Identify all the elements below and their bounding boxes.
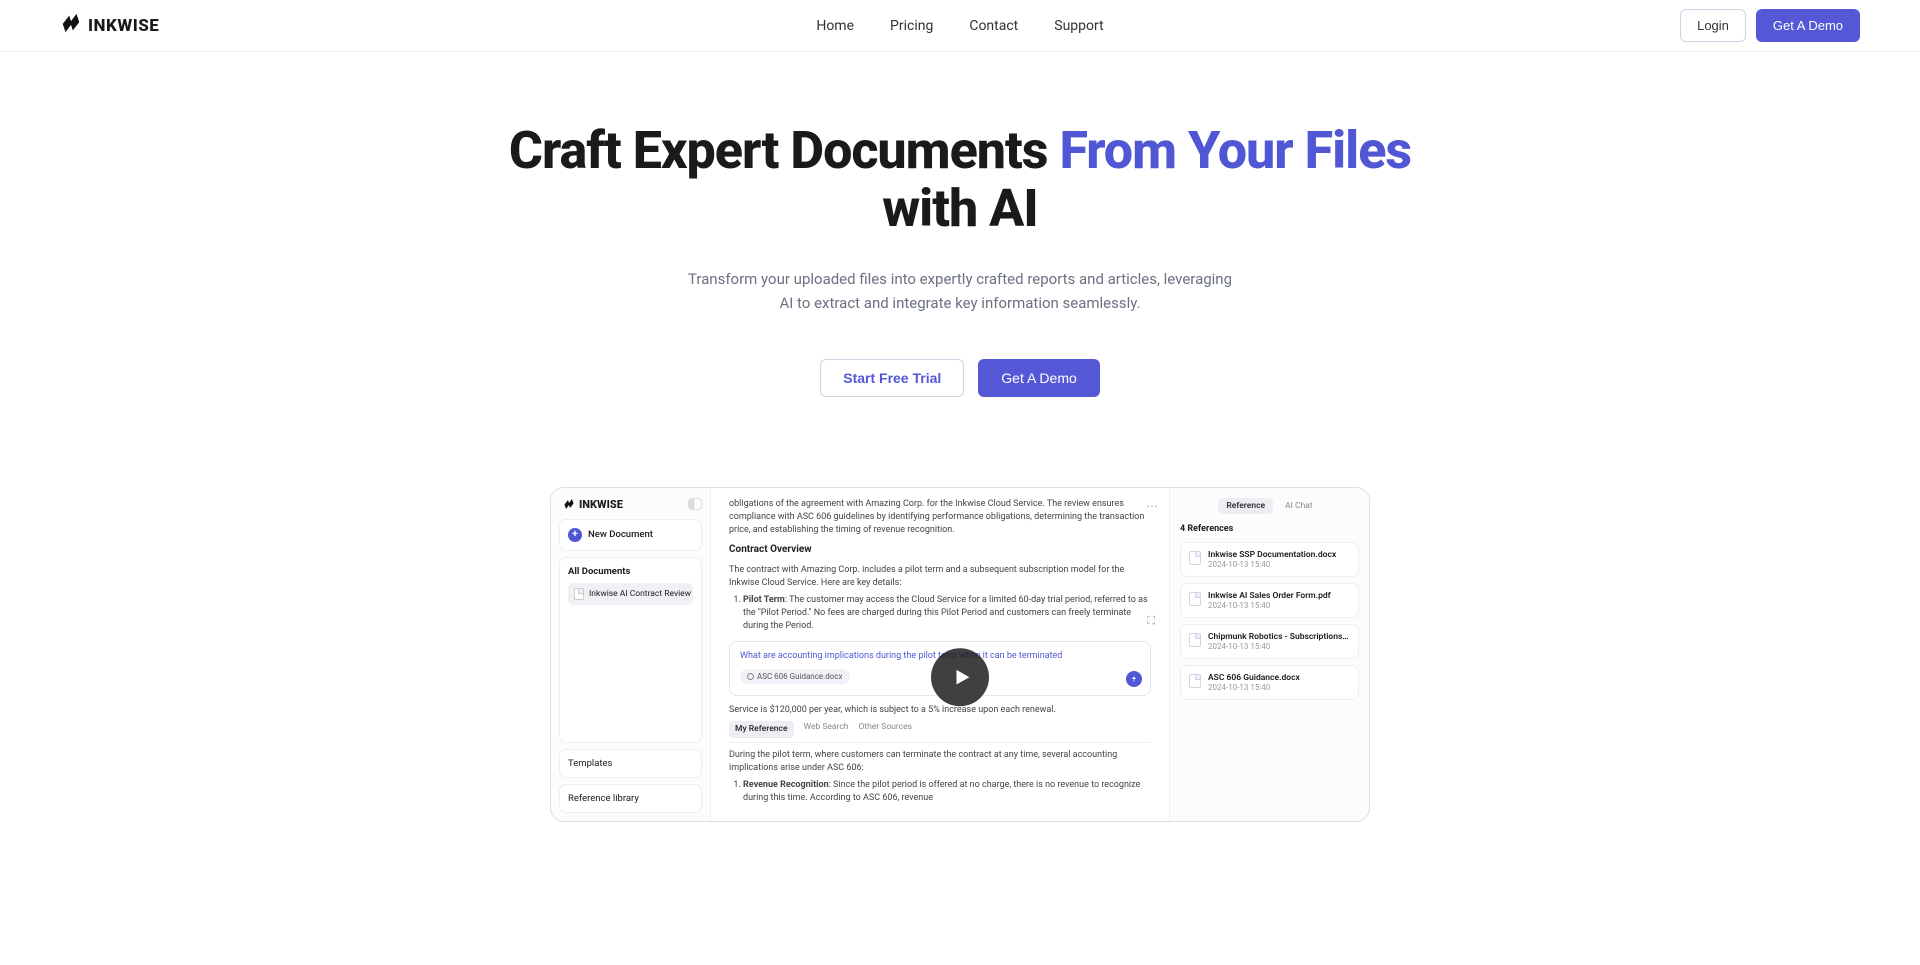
nav-home[interactable]: Home — [816, 18, 854, 34]
header-actions: Login Get A Demo — [1680, 9, 1860, 42]
all-documents-heading: All Documents — [568, 566, 693, 577]
rr-list: Revenue Recognition: Since the pilot per… — [729, 779, 1151, 805]
plus-icon: + — [568, 528, 582, 542]
more-icon[interactable]: ⋯ — [1146, 498, 1159, 515]
preview-brand: INKWISE — [579, 498, 623, 511]
overview-text: The contract with Amazing Corp. includes… — [729, 564, 1151, 590]
new-document-button[interactable]: + New Document — [559, 519, 702, 551]
hero-title-part2: with AI — [882, 178, 1038, 239]
reference-body: ASC 606 Guidance.docx 2024-10-13 15:40 — [1208, 673, 1300, 692]
reference-body: Inkwise AI Sales Order Form.pdf 2024-10-… — [1208, 591, 1331, 610]
reference-body: Chipmunk Robotics - Subscriptions Term..… — [1208, 632, 1350, 651]
hero-demo-button[interactable]: Get A Demo — [978, 359, 1099, 397]
pilot-term-text: : The customer may access the Cloud Serv… — [743, 595, 1148, 631]
rr-text: During the pilot term, where customers c… — [729, 749, 1151, 775]
file-icon — [1189, 592, 1201, 606]
contract-overview-heading: Contract Overview — [729, 543, 1151, 558]
collapse-sidebar-icon[interactable] — [688, 498, 702, 510]
reference-item[interactable]: Chipmunk Robotics - Subscriptions Term..… — [1180, 624, 1359, 659]
all-documents-card: All Documents Inkwise AI Contract Review… — [559, 557, 702, 743]
reference-count: 4 References — [1180, 524, 1359, 534]
source-chip-label: ASC 606 Guidance.docx — [757, 671, 843, 683]
tab-other-sources[interactable]: Other Sources — [858, 721, 912, 737]
send-button[interactable] — [1126, 671, 1142, 687]
document-icon — [574, 588, 584, 600]
preview-main: ⋯ obligations of the agreement with Amaz… — [711, 488, 1169, 821]
hero-ctas: Start Free Trial Get A Demo — [480, 359, 1440, 397]
reference-item[interactable]: ASC 606 Guidance.docx 2024-10-13 15:40 — [1180, 665, 1359, 700]
document-item-label: Inkwise AI Contract Review ... — [589, 589, 693, 599]
hero-section: Craft Expert Documents From Your Files w… — [460, 52, 1460, 437]
source-tabs: My Reference Web Search Other Sources — [729, 721, 1151, 742]
list-item: Pilot Term: The customer may access the … — [743, 594, 1151, 633]
revenue-recognition-label: Revenue Recognition — [743, 780, 829, 790]
reference-name: Chipmunk Robotics - Subscriptions Term..… — [1208, 632, 1350, 642]
file-icon — [1189, 674, 1201, 688]
intro-text: obligations of the agreement with Amazin… — [729, 498, 1151, 537]
sidebar-bottom: Templates Reference library — [559, 749, 702, 813]
pilot-term-label: Pilot Term — [743, 595, 785, 605]
reference-item[interactable]: Inkwise SSP Documentation.docx 2024-10-1… — [1180, 542, 1359, 577]
reference-date: 2024-10-13 15:40 — [1208, 560, 1336, 569]
preview-logo: INKWISE — [559, 496, 702, 513]
reference-name: Inkwise SSP Documentation.docx — [1208, 550, 1336, 560]
brand-name: INKWISE — [88, 16, 159, 36]
nav-support[interactable]: Support — [1054, 18, 1103, 34]
logo-mark-icon — [563, 498, 575, 510]
hero-title-part1: Craft Expert Documents — [509, 120, 1060, 181]
expand-icon[interactable]: ⛶ — [1147, 613, 1155, 629]
overview-list: Pilot Term: The customer may access the … — [729, 594, 1151, 633]
source-chip[interactable]: ASC 606 Guidance.docx — [740, 669, 850, 685]
reference-name: ASC 606 Guidance.docx — [1208, 673, 1300, 683]
reference-library-button[interactable]: Reference library — [559, 784, 702, 813]
hero-title-accent: From Your Files — [1059, 120, 1411, 181]
nav-pricing[interactable]: Pricing — [890, 18, 933, 34]
app-preview: INKWISE + New Document All Documents Ink… — [550, 487, 1370, 822]
tab-web-search[interactable]: Web Search — [804, 721, 849, 737]
reference-date: 2024-10-13 15:40 — [1208, 683, 1300, 692]
templates-button[interactable]: Templates — [559, 749, 702, 778]
hero-title: Craft Expert Documents From Your Files w… — [480, 122, 1440, 238]
right-panel-tabs: Reference AI Chat — [1180, 498, 1359, 514]
tab-reference[interactable]: Reference — [1218, 498, 1273, 514]
main-nav: Home Pricing Contact Support — [816, 18, 1103, 34]
new-document-label: New Document — [588, 529, 653, 540]
tab-ai-chat[interactable]: AI Chat — [1277, 498, 1321, 514]
preview-right-panel: Reference AI Chat 4 References Inkwise S… — [1169, 488, 1369, 821]
preview-sidebar: INKWISE + New Document All Documents Ink… — [551, 488, 711, 821]
brand-logo[interactable]: INKWISE — [60, 12, 159, 39]
site-header: INKWISE Home Pricing Contact Support Log… — [0, 0, 1920, 52]
reference-item[interactable]: Inkwise AI Sales Order Form.pdf 2024-10-… — [1180, 583, 1359, 618]
header-demo-button[interactable]: Get A Demo — [1756, 9, 1860, 42]
reference-date: 2024-10-13 15:40 — [1208, 601, 1331, 610]
reference-name: Inkwise AI Sales Order Form.pdf — [1208, 591, 1331, 601]
hero-subtitle: Transform your uploaded files into exper… — [680, 268, 1240, 315]
file-icon — [1189, 551, 1201, 565]
reference-body: Inkwise SSP Documentation.docx 2024-10-1… — [1208, 550, 1336, 569]
logo-mark-icon — [60, 12, 82, 39]
reference-date: 2024-10-13 15:40 — [1208, 642, 1350, 651]
start-free-trial-button[interactable]: Start Free Trial — [820, 359, 964, 397]
play-icon — [951, 667, 973, 689]
nav-contact[interactable]: Contact — [969, 18, 1018, 34]
file-icon — [1189, 633, 1201, 647]
arrow-up-icon — [1130, 675, 1138, 683]
list-item: Revenue Recognition: Since the pilot per… — [743, 779, 1151, 805]
document-list-item[interactable]: Inkwise AI Contract Review ... — [568, 583, 693, 605]
play-button[interactable] — [931, 649, 989, 707]
tab-my-reference[interactable]: My Reference — [729, 721, 794, 737]
login-button[interactable]: Login — [1680, 9, 1746, 42]
price-line: Service is $120,000 per year, which is s… — [729, 704, 1151, 717]
